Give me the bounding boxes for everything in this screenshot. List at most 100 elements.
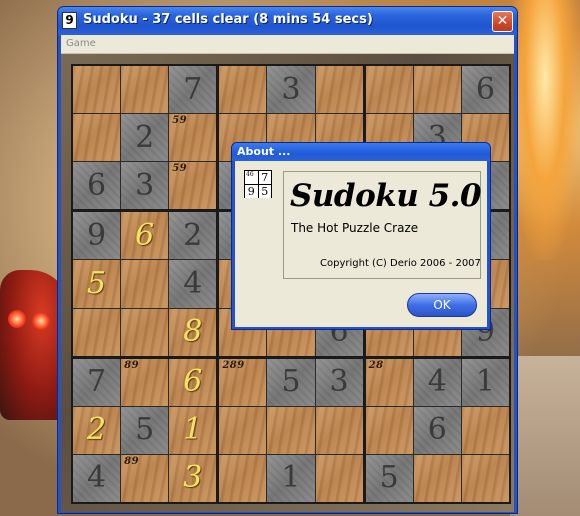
cell-candidates: 89 xyxy=(124,359,140,371)
window-title: Sudoku - 37 cells clear (8 mins 54 secs) xyxy=(83,12,373,27)
board-cell[interactable]: 3 xyxy=(169,454,217,502)
cell-value: 4 xyxy=(183,265,203,301)
board-cell[interactable] xyxy=(121,260,169,308)
close-button[interactable]: ✕ xyxy=(492,11,513,32)
board-cell[interactable]: 5 xyxy=(267,358,315,406)
wallpaper-autumn-tree xyxy=(510,0,580,260)
cell-candidates: 59 xyxy=(172,163,188,175)
board-cell[interactable] xyxy=(73,66,121,114)
board-cell[interactable]: 3 xyxy=(267,66,315,114)
board-box: 7 89 6 2 5 1 4 89 3 xyxy=(73,358,217,502)
cell-value: 5 xyxy=(379,460,399,496)
board-box: 28 4 1 6 5 xyxy=(365,358,509,502)
board-cell[interactable]: 28 xyxy=(365,358,413,406)
sudoku-logo-icon: 46 7 9 5 xyxy=(244,170,272,198)
board-cell[interactable] xyxy=(413,66,461,114)
board-cell[interactable]: 1 xyxy=(169,406,217,454)
about-body: 46 7 9 5 Sudoku 5.0 The Hot Puzzle Craze… xyxy=(235,161,487,327)
board-cell[interactable] xyxy=(315,406,363,454)
title-bar[interactable]: 9 Sudoku - 37 cells clear (8 mins 54 sec… xyxy=(58,7,517,35)
cell-value: 7 xyxy=(87,364,107,400)
board-cell[interactable]: 1 xyxy=(461,358,509,406)
ok-button[interactable]: OK xyxy=(407,293,477,317)
board-cell[interactable]: 3 xyxy=(121,162,169,210)
cell-value: 4 xyxy=(87,460,107,496)
board-cell[interactable]: 6 xyxy=(169,358,217,406)
cell-value: 4 xyxy=(427,364,447,400)
board-cell[interactable]: 2 xyxy=(169,212,217,260)
board-cell[interactable] xyxy=(315,454,363,502)
board-cell[interactable]: 2 xyxy=(121,114,169,162)
copyright-text: Copyright (C) Derio 2006 - 2007 xyxy=(320,258,481,269)
cell-value: 5 xyxy=(135,412,155,448)
board-cell[interactable] xyxy=(73,308,121,356)
board-cell[interactable] xyxy=(219,406,267,454)
cell-value: 2 xyxy=(87,412,107,448)
board-cell[interactable]: 4 xyxy=(73,454,121,502)
cell-value: 3 xyxy=(329,364,349,400)
board-cell[interactable] xyxy=(413,454,461,502)
board-cell[interactable]: 5 xyxy=(73,260,121,308)
board-cell[interactable] xyxy=(461,406,509,454)
board-cell[interactable]: 6 xyxy=(121,212,169,260)
board-cell[interactable]: 6 xyxy=(461,66,509,114)
cell-candidates: 289 xyxy=(222,359,245,371)
board-cell[interactable] xyxy=(73,114,121,162)
board-cell[interactable]: 4 xyxy=(413,358,461,406)
cell-value: 3 xyxy=(281,71,301,107)
cell-value: 3 xyxy=(135,167,155,203)
logo-digit: 7 xyxy=(258,171,271,184)
board-cell[interactable]: 1 xyxy=(267,454,315,502)
cell-value: 6 xyxy=(475,71,495,107)
car-taillight xyxy=(32,312,50,330)
board-cell[interactable]: 9 xyxy=(73,212,121,260)
board-cell[interactable]: 7 xyxy=(169,66,217,114)
logo-digit: 5 xyxy=(258,185,271,198)
board-cell[interactable]: 5 xyxy=(121,406,169,454)
cell-candidates: 59 xyxy=(172,115,188,127)
board-cell[interactable] xyxy=(121,66,169,114)
board-cell[interactable] xyxy=(121,308,169,356)
board-cell[interactable]: 5 xyxy=(365,454,413,502)
board-cell[interactable] xyxy=(315,66,363,114)
board-cell[interactable]: 3 xyxy=(315,358,363,406)
cell-candidates: 89 xyxy=(124,455,140,467)
logo-digit: 9 xyxy=(245,185,258,198)
product-info-box: Sudoku 5.0 The Hot Puzzle Craze Copyrigh… xyxy=(283,171,482,279)
cell-value: 6 xyxy=(427,412,447,448)
cell-value: 6 xyxy=(135,217,155,253)
menu-game[interactable]: Game xyxy=(66,38,96,49)
board-cell[interactable] xyxy=(365,406,413,454)
board-cell[interactable] xyxy=(461,454,509,502)
cell-value: 5 xyxy=(87,265,107,301)
cell-value: 6 xyxy=(87,167,107,203)
board-cell[interactable]: 59 xyxy=(169,114,217,162)
menu-bar: Game xyxy=(61,35,514,54)
cell-value: 1 xyxy=(183,412,203,448)
board-cell[interactable]: 89 xyxy=(121,454,169,502)
app-icon: 9 xyxy=(62,12,77,29)
board-cell[interactable]: 6 xyxy=(413,406,461,454)
board-cell[interactable] xyxy=(219,66,267,114)
cell-value: 6 xyxy=(183,364,203,400)
about-title-bar[interactable]: About ... xyxy=(232,143,490,161)
product-name: Sudoku 5.0 xyxy=(290,178,482,214)
board-box: 289 5 3 1 xyxy=(219,358,363,502)
board-cell[interactable]: 8 xyxy=(169,308,217,356)
about-title: About ... xyxy=(237,145,291,158)
board-cell[interactable] xyxy=(219,454,267,502)
board-cell[interactable]: 7 xyxy=(73,358,121,406)
board-cell[interactable]: 2 xyxy=(73,406,121,454)
board-cell[interactable] xyxy=(267,406,315,454)
cell-value: 8 xyxy=(183,314,203,350)
cell-value: 9 xyxy=(87,217,107,253)
board-cell[interactable]: 6 xyxy=(73,162,121,210)
cell-candidates: 28 xyxy=(368,359,384,371)
board-cell[interactable]: 59 xyxy=(169,162,217,210)
board-cell[interactable] xyxy=(365,66,413,114)
board-cell[interactable]: 289 xyxy=(219,358,267,406)
board-cell[interactable]: 4 xyxy=(169,260,217,308)
about-dialog: About ... 46 7 9 5 Sudoku 5.0 The Hot Pu… xyxy=(231,142,491,330)
board-cell[interactable]: 89 xyxy=(121,358,169,406)
cell-value: 2 xyxy=(135,119,155,155)
